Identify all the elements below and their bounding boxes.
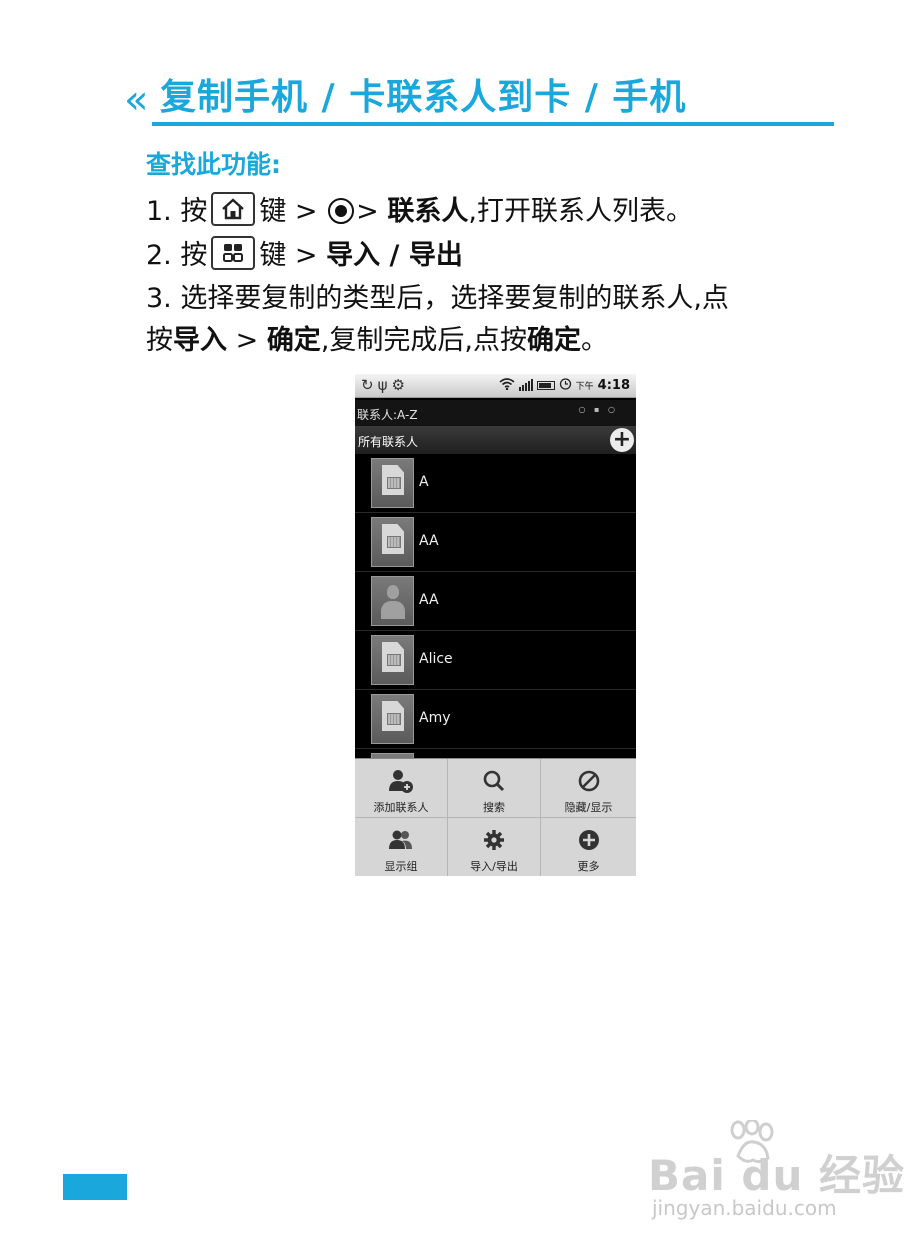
sync-icon: ↻: [361, 376, 378, 394]
group-title: 所有联系人: [358, 435, 419, 449]
list-item[interactable]: AA: [355, 572, 636, 631]
alarm-icon: [559, 377, 572, 393]
step-1-key-suffix: 键 >: [259, 196, 318, 227]
groups-icon: [355, 828, 447, 852]
step-2-number: 2. 按: [146, 240, 208, 271]
battery-icon: [536, 380, 555, 390]
menu-label: 搜索: [483, 801, 505, 814]
step-3-line-1: 3. 选择要复制的类型后，选择要复制的联系人,点: [146, 283, 729, 314]
menu-import-export[interactable]: 导入/导出: [448, 818, 541, 876]
list-item[interactable]: A: [355, 454, 636, 513]
list-item[interactable]: AA: [355, 513, 636, 572]
circle-button-icon: [328, 198, 355, 224]
heading-underline: [152, 122, 834, 126]
status-bar: ↻ψ⚙ 下午 4:18: [355, 374, 636, 398]
hide-show-icon: [541, 769, 636, 793]
step-2: 2. 按 键 > 导入 / 导出: [146, 236, 463, 275]
step-2-key-suffix: 键 >: [259, 240, 318, 271]
page-number-tab: [63, 1174, 127, 1200]
contact-name: Amy: [419, 710, 451, 726]
step-1-rest: ,打开联系人列表。: [468, 196, 693, 227]
menu-hide-show[interactable]: 隐藏/显示: [541, 759, 636, 818]
contact-name: AA: [419, 592, 439, 608]
step-3-arrow: >: [235, 325, 259, 356]
menu-add-contact[interactable]: 添加联系人: [355, 759, 448, 818]
step-3-confirm-2: 确定: [526, 325, 581, 356]
menu-key-icon: [211, 236, 256, 270]
sim-card-icon: [371, 517, 414, 567]
phone-screenshot: ↻ψ⚙ 下午 4:18 联系人:A-Z ○ ▪ ○ 所有联系人 + A AA A…: [355, 374, 636, 876]
sim-card-icon: [371, 458, 414, 508]
sim-card-icon: [371, 635, 414, 685]
contacts-sort-title: 联系人:A-Z: [357, 408, 418, 422]
signal-icon: [518, 379, 533, 391]
find-feature-label: 查找此功能:: [146, 150, 281, 179]
gear-icon: [448, 828, 540, 852]
list-item[interactable]: Alice: [355, 631, 636, 690]
step-3-middle: ,复制完成后,点按: [320, 325, 527, 356]
options-menu: 添加联系人 搜索 隐藏/显示 显示组 导入/导出 更多: [355, 758, 636, 876]
person-icon: [371, 576, 414, 626]
menu-label: 导入/导出: [470, 860, 518, 873]
step-3-press: 按: [146, 325, 173, 356]
watermark-url: jingyan.baidu.com: [652, 1196, 837, 1220]
section-title: 复制手机 / 卡联系人到卡 / 手机: [160, 77, 687, 118]
usb-icon: ψ: [377, 376, 392, 394]
search-icon: [448, 769, 540, 793]
step-3-period: 。: [580, 325, 608, 356]
menu-label: 更多: [577, 860, 600, 873]
step-2-import-export: 导入 / 导出: [326, 240, 463, 271]
page-indicator-dots[interactable]: ○ ▪ ○: [579, 405, 618, 414]
contact-name: AA: [419, 533, 439, 549]
status-ampm: 下午: [575, 381, 594, 392]
contact-list: A AA AA Alice Amy: [355, 454, 636, 808]
all-contacts-group[interactable]: 所有联系人 +: [355, 426, 636, 454]
step-1-number: 1. 按: [146, 196, 208, 227]
add-contact-icon: [355, 769, 447, 793]
watermark-logo-text: Bai du 经验: [648, 1151, 905, 1200]
status-right: 下午 4:18: [499, 377, 630, 393]
menu-more[interactable]: 更多: [541, 818, 636, 876]
contact-name: Alice: [419, 651, 453, 667]
sim-card-icon: [371, 694, 414, 744]
step-3-line-2: 按导入 > 确定,复制完成后,点按确定。: [146, 322, 608, 360]
settings-notification-icon: ⚙: [391, 376, 409, 394]
step-3-import: 导入: [173, 325, 227, 356]
menu-label: 添加联系人: [373, 801, 429, 814]
status-time: 4:18: [597, 377, 630, 393]
contact-name: A: [419, 474, 429, 490]
double-chevron-icon: «: [124, 77, 149, 123]
menu-search[interactable]: 搜索: [448, 759, 541, 818]
step-3-confirm: 确定: [266, 325, 321, 356]
menu-display-groups[interactable]: 显示组: [355, 818, 448, 876]
step-1-arrow: >: [356, 196, 379, 227]
list-item[interactable]: Amy: [355, 690, 636, 749]
wifi-icon: [499, 377, 515, 393]
step-1: 1. 按 键 > > 联系人,打开联系人列表。: [146, 192, 693, 231]
contacts-header: 联系人:A-Z ○ ▪ ○: [355, 400, 636, 426]
status-left-icons: ↻ψ⚙: [361, 376, 409, 394]
menu-label: 隐藏/显示: [564, 801, 613, 814]
add-group-button[interactable]: +: [610, 428, 634, 452]
home-key-icon: [211, 192, 256, 226]
step-1-contacts: 联系人: [387, 196, 469, 227]
menu-label: 显示组: [384, 860, 418, 873]
more-icon: [541, 828, 636, 852]
baidu-watermark: Bai du 经验 jingyan.baidu.com: [648, 1120, 904, 1226]
section-heading: « 复制手机 / 卡联系人到卡 / 手机: [124, 74, 834, 128]
